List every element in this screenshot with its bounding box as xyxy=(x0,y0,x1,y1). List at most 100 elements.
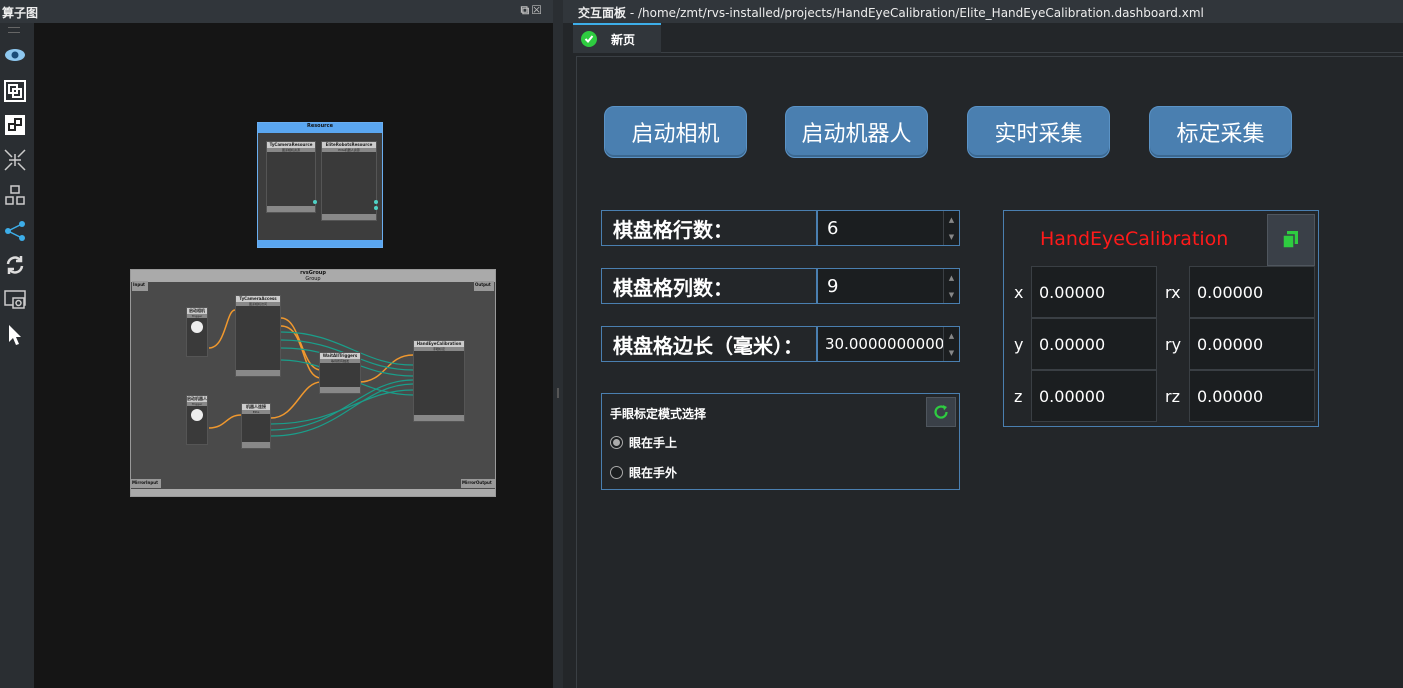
resource-group-footer xyxy=(258,240,382,247)
radio-eye-in-hand[interactable] xyxy=(610,436,623,449)
square-size-value[interactable]: 30.0000000000 xyxy=(818,335,943,353)
node-footer xyxy=(267,206,315,212)
mode-refresh-button[interactable] xyxy=(926,397,956,427)
pose-value-rx[interactable]: 0.00000 xyxy=(1189,266,1315,318)
node-subtitle: 图漾相机资源 xyxy=(267,148,315,152)
arrange-icon[interactable] xyxy=(3,183,27,207)
node-subtitle: Trigger xyxy=(187,314,207,318)
refresh-icon xyxy=(934,405,948,419)
dashboard-tabbar: 新页 xyxy=(573,23,1403,53)
mode-option-eye-to-hand[interactable]: 眼在手外 xyxy=(610,464,677,481)
elite-robots-resource-node[interactable]: EliteRobotsResource Elite机器人资源 xyxy=(321,141,378,221)
operator-graph-panel: 算子图 ⧉☒ Resource TyCameraResource 图漾相机资源 … xyxy=(0,0,563,688)
board-rows-value[interactable]: 6 xyxy=(818,218,943,239)
square-size-label: 棋盘格边长（毫米）： xyxy=(601,326,817,362)
trigger-icon xyxy=(191,321,203,333)
board-rows-spinbox[interactable]: 6 ▲ ▼ xyxy=(817,210,960,246)
refresh-icon[interactable] xyxy=(3,253,27,277)
node-subtitle: 等待所有触发 xyxy=(320,359,360,363)
robot-connect-node[interactable]: 机器人连接 Elite xyxy=(241,403,271,449)
pose-value-y[interactable]: 0.00000 xyxy=(1031,318,1157,370)
node-subtitle: Trigger xyxy=(187,402,207,406)
operator-graph-title: 算子图 ⧉☒ xyxy=(0,0,556,23)
check-icon xyxy=(581,31,597,47)
calibration-mode-group: 手眼标定模式选择 眼在手上 眼在手外 xyxy=(601,393,960,490)
node-footer xyxy=(236,370,280,376)
toolbar-grip[interactable] xyxy=(8,27,20,33)
node-footer xyxy=(242,442,270,448)
copy-result-button[interactable] xyxy=(1267,214,1315,266)
mode-option-eye-in-hand[interactable]: 眼在手上 xyxy=(610,434,677,451)
node-port[interactable] xyxy=(374,200,378,204)
hand-eye-result-title: HandEyeCalibration xyxy=(1040,228,1229,250)
graph-toolbar xyxy=(0,23,34,688)
operator-graph-title-text: 算子图 xyxy=(2,6,39,20)
start-robot-trigger-node[interactable]: 启动机器人 Trigger xyxy=(186,395,208,445)
rvs-group-node[interactable]: rvsGroup Group Input Output 启动相机 Trigger… xyxy=(130,269,496,497)
start-camera-trigger-node[interactable]: 启动相机 Trigger xyxy=(186,307,208,357)
square-size-spinbox[interactable]: 30.0000000000 ▲ ▼ xyxy=(817,326,960,362)
node-port[interactable] xyxy=(313,200,317,204)
node-subtitle: Elite xyxy=(242,410,270,414)
tab-label: 新页 xyxy=(611,32,636,47)
spin-down-icon[interactable]: ▼ xyxy=(944,228,959,245)
spin-up-icon[interactable]: ▲ xyxy=(944,269,959,286)
ungroup-icon[interactable] xyxy=(3,113,27,137)
realtime-capture-button[interactable]: 实时采集 xyxy=(967,106,1110,158)
calibration-capture-button[interactable]: 标定采集 xyxy=(1149,106,1292,158)
pose-value-z[interactable]: 0.00000 xyxy=(1031,370,1157,422)
pose-value-rz[interactable]: 0.00000 xyxy=(1189,370,1315,422)
node-subtitle: Elite机器人资源 xyxy=(322,148,376,152)
board-cols-value[interactable]: 9 xyxy=(818,276,943,297)
hand-eye-calibration-node[interactable]: HandEyeCalibration 手眼标定 xyxy=(413,340,465,422)
board-cols-spinbox[interactable]: 9 ▲ ▼ xyxy=(817,268,960,304)
dock-float-close-icons[interactable]: ⧉☒ xyxy=(521,3,544,18)
dashboard-page: 启动相机 启动机器人 实时采集 标定采集 棋盘格行数： 6 ▲ ▼ 棋盘格列数： … xyxy=(576,56,1403,688)
interaction-panel-title-label: 交互面板 xyxy=(578,6,627,20)
pose-label-z: z xyxy=(1014,387,1023,406)
screenshot-icon[interactable] xyxy=(3,288,27,312)
spin-up-icon[interactable]: ▲ xyxy=(944,211,959,228)
pose-label-rz: rz xyxy=(1165,387,1180,406)
dashboard-file-path: - /home/zmt/rvs-installed/projects/HandE… xyxy=(626,6,1204,20)
resource-group-node[interactable]: Resource TyCameraResource 图漾相机资源 EliteRo… xyxy=(257,122,383,248)
pointer-icon[interactable] xyxy=(3,323,27,347)
rvs-group-footer xyxy=(131,489,495,496)
node-footer xyxy=(322,214,376,220)
spin-down-icon[interactable]: ▼ xyxy=(944,344,959,361)
ty-camera-access-node[interactable]: TyCameraAccess 图漾相机访问 xyxy=(235,295,281,377)
spin-down-icon[interactable]: ▼ xyxy=(944,286,959,303)
node-port[interactable] xyxy=(374,206,378,210)
hand-eye-result-panel: HandEyeCalibration x 0.00000 rx 0.00000 … xyxy=(1003,210,1319,427)
pose-value-ry[interactable]: 0.00000 xyxy=(1189,318,1315,370)
pose-value-x[interactable]: 0.00000 xyxy=(1031,266,1157,318)
pane-splitter[interactable] xyxy=(553,0,563,688)
node-footer xyxy=(414,415,464,421)
node-subtitle: 图漾相机访问 xyxy=(236,302,280,306)
group-select-icon[interactable] xyxy=(3,79,27,103)
eye-icon[interactable] xyxy=(3,43,27,67)
node-subtitle: 手眼标定 xyxy=(414,347,464,351)
radio-eye-to-hand[interactable] xyxy=(610,466,623,479)
interaction-panel: 交互面板 - /home/zmt/rvs-installed/projects/… xyxy=(563,0,1403,688)
wait-all-triggers-node[interactable]: WaitAllTriggers 等待所有触发 xyxy=(319,352,361,394)
mirror-input-port[interactable]: MirrorInput xyxy=(131,479,161,488)
tab-new-page[interactable]: 新页 xyxy=(573,23,661,53)
share-graph-icon[interactable] xyxy=(3,219,27,243)
resource-group-title: Resource xyxy=(306,123,334,129)
graph-canvas[interactable]: Resource TyCameraResource 图漾相机资源 EliteRo… xyxy=(34,23,553,688)
start-robot-button[interactable]: 启动机器人 xyxy=(785,106,928,158)
spin-up-icon[interactable]: ▲ xyxy=(944,327,959,344)
ty-camera-resource-node[interactable]: TyCameraResource 图漾相机资源 xyxy=(266,141,317,213)
pose-label-y: y xyxy=(1014,335,1024,354)
pose-label-rx: rx xyxy=(1165,283,1181,302)
collapse-icon[interactable] xyxy=(3,148,27,172)
copy-icon xyxy=(1282,231,1298,249)
mirror-output-port[interactable]: MirrorOutput xyxy=(461,479,495,488)
start-camera-button[interactable]: 启动相机 xyxy=(604,106,747,158)
board-rows-label: 棋盘格行数： xyxy=(601,210,817,246)
radio-label: 眼在手上 xyxy=(629,436,678,450)
pose-label-x: x xyxy=(1014,283,1024,302)
radio-label: 眼在手外 xyxy=(629,466,678,480)
interaction-panel-title: 交互面板 - /home/zmt/rvs-installed/projects/… xyxy=(563,0,1403,23)
